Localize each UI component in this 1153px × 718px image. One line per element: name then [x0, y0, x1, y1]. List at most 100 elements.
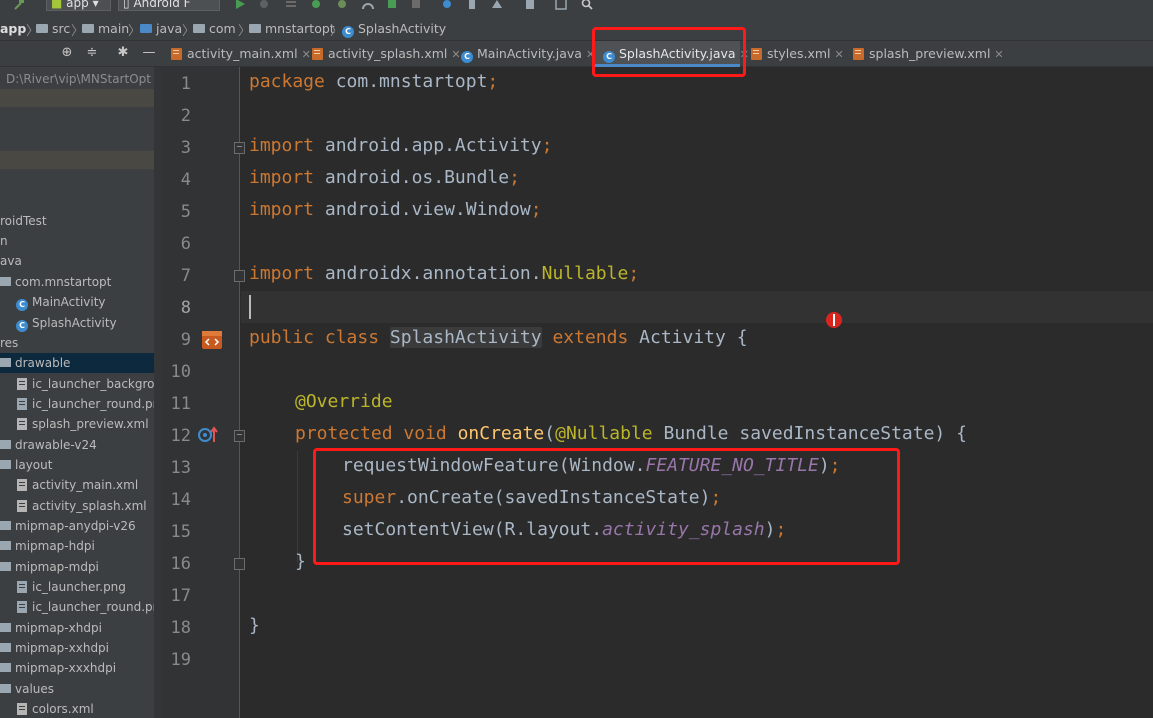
- tree-item-main[interactable]: n: [0, 231, 154, 251]
- fold-marker[interactable]: [234, 270, 245, 282]
- tab-mainactivity-java[interactable]: C MainActivity.java ✕: [461, 41, 595, 67]
- breadcrumb-item-app[interactable]: app: [0, 21, 26, 36]
- code-line-9: public class SplashActivity extends Acti…: [249, 327, 748, 348]
- image-file-icon: [17, 581, 27, 593]
- line-number: 10: [170, 362, 191, 382]
- tab-styles-xml[interactable]: styles.xml ✕: [751, 41, 844, 67]
- tree-item-layout[interactable]: layout: [0, 455, 154, 475]
- code-token: Nullable: [541, 263, 629, 284]
- device-label: Android F: [133, 0, 191, 10]
- text-caret: [249, 295, 251, 319]
- line-number: 12: [170, 426, 191, 446]
- folder-icon: [0, 440, 11, 449]
- tree-item-res[interactable]: res: [0, 333, 154, 353]
- line-number: 9: [180, 330, 191, 350]
- tab-activity-main-xml[interactable]: activity_main.xml ✕: [171, 41, 311, 67]
- tree-item-ic-launcher-background[interactable]: ic_launcher_background: [0, 374, 154, 394]
- hammer-icon[interactable]: [14, 0, 26, 10]
- fold-marker[interactable]: [234, 142, 245, 154]
- mouse-cursor-icon: [826, 312, 842, 328]
- apply-changes-icon[interactable]: [285, 0, 297, 10]
- code-token: android.os.Bundle: [314, 167, 510, 188]
- tree-item-splash-preview-xml[interactable]: splash_preview.xml: [0, 414, 154, 434]
- device-file-explorer-icon[interactable]: [524, 0, 536, 10]
- tab-label: styles.xml: [767, 46, 831, 61]
- layout-preview-icon[interactable]: [200, 329, 224, 351]
- tree-item-java[interactable]: ava: [0, 251, 154, 271]
- collapse-all-icon[interactable]: ≑: [85, 46, 99, 60]
- device-selector[interactable]: ▯ Android F: [118, 0, 220, 11]
- device-icon: ▯: [123, 0, 130, 10]
- avd-manager-icon[interactable]: [466, 0, 478, 10]
- close-icon[interactable]: ✕: [994, 48, 1003, 61]
- tree-item-colors-xml[interactable]: colors.xml: [0, 699, 154, 718]
- tab-label: MainActivity.java: [477, 46, 582, 61]
- tab-activity-splash-xml[interactable]: activity_splash.xml ✕: [312, 41, 461, 67]
- tree-item-drawable[interactable]: drawable: [0, 353, 154, 373]
- folder-icon: [0, 562, 11, 571]
- project-panel-header: ⊕ ≑ ✱ —: [0, 41, 161, 67]
- fold-marker[interactable]: [234, 558, 245, 570]
- tree-item-ic-launcher-round-png[interactable]: ic_launcher_round.png: [0, 394, 154, 414]
- breadcrumb-item-java[interactable]: java: [140, 21, 182, 36]
- tree-item-activity-main-xml[interactable]: activity_main.xml: [0, 475, 154, 495]
- hide-panel-icon[interactable]: —: [142, 46, 156, 60]
- tree-scrollbar[interactable]: [154, 67, 161, 718]
- line-number: 3: [180, 138, 191, 158]
- breadcrumb-item-main[interactable]: main: [82, 21, 129, 36]
- line-number: 19: [170, 650, 191, 670]
- breadcrumb-item-splashactivity[interactable]: C SplashActivity: [342, 21, 446, 38]
- tree-item-mipmap-xxxhdpi[interactable]: mipmap-xxxhdpi: [0, 658, 154, 678]
- tree-item-androidtest[interactable]: roidTest: [0, 211, 154, 231]
- line-number: 13: [170, 458, 191, 478]
- line-number: 11: [170, 394, 191, 414]
- tree-item-mipmap-mdpi[interactable]: mipmap-mdpi: [0, 557, 154, 577]
- close-icon[interactable]: ✕: [302, 48, 311, 61]
- code-editor[interactable]: 1 2 3 4 5 6 7 8 9 10 11 12 13 14 15 16 1…: [161, 67, 1153, 718]
- code-line-7: import androidx.annotation.Nullable;: [249, 263, 639, 284]
- tree-item-label: mipmap-xxhdpi: [15, 641, 110, 655]
- debug-bug-icon[interactable]: [310, 0, 322, 10]
- tree-item-label: roidTest: [0, 214, 47, 228]
- tree-item-drawable-v24[interactable]: drawable-v24: [0, 435, 154, 455]
- debug-icon[interactable]: [258, 0, 270, 10]
- breadcrumb-item-src[interactable]: src: [36, 21, 70, 36]
- tree-item-mipmap-xxhdpi[interactable]: mipmap-xxhdpi: [0, 638, 154, 658]
- tree-item-com-mnstartopt[interactable]: com.mnstartopt: [0, 272, 154, 292]
- tree-item-mipmap-anydpi-v26[interactable]: mipmap-anydpi-v26: [0, 516, 154, 536]
- code-token: onCreate: [457, 423, 545, 444]
- breadcrumb-item-mnstartopt[interactable]: mnstartopt: [249, 21, 335, 36]
- tree-item-values[interactable]: values: [0, 679, 154, 699]
- tree-item-label: MainActivity: [32, 295, 106, 309]
- override-method-icon[interactable]: [197, 426, 219, 444]
- fold-marker[interactable]: [234, 430, 245, 442]
- tree-item-ic-launcher-round-png-mdpi[interactable]: ic_launcher_round.png: [0, 597, 154, 617]
- tab-splash-preview-xml[interactable]: splash_preview.xml ✕: [853, 41, 1004, 67]
- tree-item-mipmap-xhdpi[interactable]: mipmap-xhdpi: [0, 618, 154, 638]
- gear-icon[interactable]: ✱: [116, 46, 130, 60]
- xml-file-icon: [17, 378, 27, 390]
- coverage-icon[interactable]: [386, 0, 398, 10]
- run-icon[interactable]: [234, 0, 246, 10]
- tree-item-mipmap-hdpi[interactable]: mipmap-hdpi: [0, 536, 154, 556]
- tree-item-ic-launcher-png[interactable]: ic_launcher.png: [0, 577, 154, 597]
- sdk-manager-icon[interactable]: [491, 0, 503, 10]
- close-icon[interactable]: ✕: [835, 48, 844, 61]
- close-icon[interactable]: ✕: [451, 48, 460, 61]
- sync-gradle-icon[interactable]: [441, 0, 453, 10]
- attach-debugger-icon[interactable]: [336, 0, 348, 10]
- tab-label: activity_splash.xml: [328, 46, 448, 61]
- module-selector[interactable]: ■ app ▾: [46, 0, 111, 11]
- layout-inspector-icon[interactable]: [555, 0, 567, 10]
- search-icon[interactable]: [581, 0, 593, 10]
- tree-item-label: drawable: [15, 356, 71, 370]
- scroll-from-source-icon[interactable]: ⊕: [60, 46, 74, 60]
- xml-file-icon: [312, 48, 323, 60]
- tree-item-activity-splash-xml[interactable]: activity_splash.xml: [0, 496, 154, 516]
- breadcrumb-item-com[interactable]: com: [193, 21, 236, 36]
- tree-item-splashactivity[interactable]: C SplashActivity: [0, 313, 154, 333]
- tree-item-label: ic_launcher_background: [32, 377, 154, 391]
- tree-item-mainactivity[interactable]: C MainActivity: [0, 292, 154, 312]
- stop-icon[interactable]: [410, 0, 422, 10]
- profiler-icon[interactable]: [362, 0, 374, 10]
